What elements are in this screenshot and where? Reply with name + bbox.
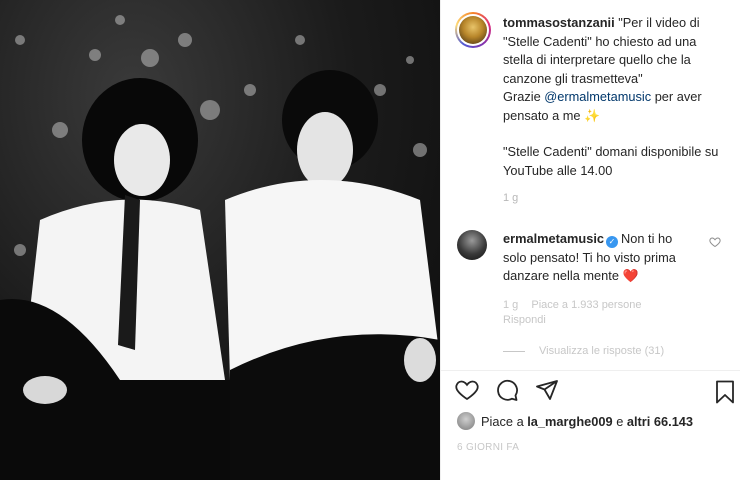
likes-others-link[interactable]: altri 66.143 — [627, 414, 693, 429]
comment-text-1: Non ti ho — [621, 231, 673, 246]
comment-meta: 1 g Piace a 1.933 persone Rispondi — [503, 298, 651, 328]
thanks-prefix: Grazie — [503, 89, 541, 104]
mention-link[interactable]: @ermalmetamusic — [544, 89, 651, 104]
comment-likes[interactable]: Piace a 1.933 persone — [531, 299, 641, 311]
comment-icon[interactable] — [495, 378, 519, 405]
author-avatar[interactable] — [455, 12, 491, 48]
announcement-line-1: "Stelle Cadenti" domani disponibile su — [503, 144, 719, 159]
caption-line-4: canzone gli trasmetteva" — [503, 70, 643, 86]
comment-text-2: solo pensato! Ti ho visto prima — [503, 249, 676, 265]
author-username[interactable]: tommasostanzanii — [503, 15, 615, 30]
commenter-username[interactable]: ermalmetamusic — [503, 231, 604, 246]
action-bar — [455, 378, 559, 405]
commenter-avatar[interactable] — [457, 230, 487, 260]
bookmark-icon[interactable] — [715, 380, 735, 407]
liker-avatar[interactable] — [457, 412, 475, 430]
thanks-line-2: pensato a me — [503, 107, 581, 123]
post-caption: tommasostanzanii "Per il video di "Stell… — [503, 14, 729, 180]
verified-badge-icon: ✓ — [606, 236, 619, 248]
reply-button[interactable]: Rispondi — [503, 313, 651, 328]
comment: ermalmetamusic ✓ Non ti ho solo pensato! T… — [503, 230, 711, 286]
paper-plane-icon[interactable] — [535, 378, 559, 405]
liker-username[interactable]: la_marghe009 — [527, 414, 612, 429]
heart-icon[interactable] — [455, 378, 479, 405]
thanks-suffix: per aver — [654, 89, 702, 104]
sparkles-emoji: ✨ — [584, 107, 601, 123]
replies-divider — [503, 350, 525, 352]
caption-line-3: stella di interpretare quello che la — [503, 52, 691, 67]
post-photo — [0, 0, 440, 480]
post-time-ago: 1 g — [503, 192, 519, 204]
post-date: 6 GIORNI FA — [457, 442, 520, 453]
likes-prefix: Piace a — [481, 413, 524, 429]
comment-like-heart-icon[interactable] — [709, 236, 721, 251]
view-replies-label[interactable]: Visualizza le risposte (31) — [539, 345, 664, 357]
announcement-line-2: YouTube alle 14.00 — [503, 162, 613, 178]
red-heart-emoji: ❤️ — [622, 268, 639, 283]
post-details-panel: tommasostanzanii "Per il video di "Stell… — [440, 0, 740, 480]
caption-line-1: "Per il video di — [618, 15, 700, 30]
likes-and: e — [616, 413, 624, 429]
view-replies[interactable]: Visualizza le risposte (31) — [503, 345, 664, 357]
likes-summary: Piace a la_marghe009 e altri 66.143 — [457, 412, 693, 430]
comment-time: 1 g — [503, 299, 519, 311]
comment-text-3: danzare nella mente — [503, 268, 619, 283]
caption-line-2: "Stelle Cadenti" ho chiesto ad una — [503, 33, 697, 49]
actions-divider — [441, 370, 740, 371]
